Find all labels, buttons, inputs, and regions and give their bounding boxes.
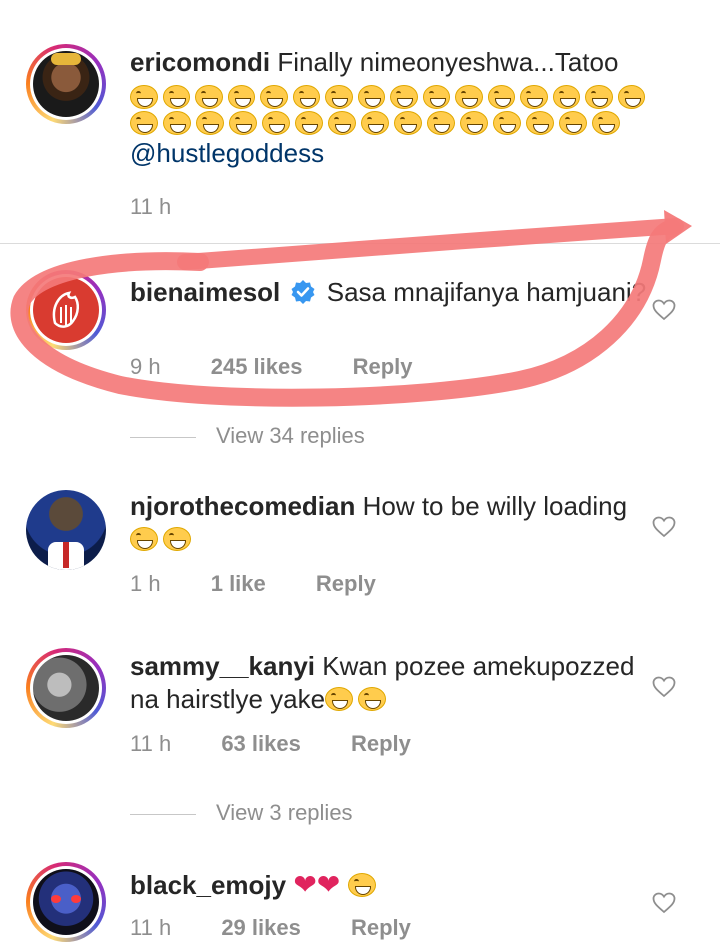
verified-badge-icon <box>291 280 315 304</box>
rooster-logo-icon <box>52 291 79 328</box>
laughing-emoji <box>520 85 548 109</box>
laughing-emoji <box>130 527 158 551</box>
laughing-emoji <box>347 873 376 897</box>
comment-meta: 11 h <box>130 194 215 220</box>
laughing-emoji <box>390 85 418 109</box>
laughing-emoji <box>394 111 422 135</box>
divider <box>0 243 720 244</box>
laughing-emoji <box>325 85 353 109</box>
comment-meta: 11 h 29 likes Reply <box>130 915 455 941</box>
reply-button[interactable]: Reply <box>353 354 413 379</box>
laughing-emoji <box>460 111 488 135</box>
view-replies-button[interactable]: View 34 replies <box>130 423 365 449</box>
laughing-emoji <box>229 111 257 135</box>
laughing-emoji <box>130 111 158 135</box>
laughing-emoji <box>552 85 580 109</box>
reply-button[interactable]: Reply <box>351 731 411 756</box>
likes-count[interactable]: 1 like <box>211 571 266 596</box>
likes-count[interactable]: 245 likes <box>211 354 303 379</box>
likes-count[interactable]: 63 likes <box>221 731 301 756</box>
comment-meta: 9 h 245 likes Reply <box>130 354 457 380</box>
comment-body: njorothecomedian How to be willy loading <box>130 490 650 556</box>
view-replies-label: View 3 replies <box>216 800 353 825</box>
laughing-emoji <box>262 111 290 135</box>
laughing-emoji <box>422 85 450 109</box>
laughing-emoji <box>328 111 356 135</box>
heart-outline-icon[interactable] <box>652 299 676 321</box>
laughing-emoji <box>162 85 190 109</box>
timestamp: 9 h <box>130 354 161 379</box>
comment-text: Finally nimeonyeshwa...Tatoo <box>277 47 619 77</box>
laughing-emoji <box>455 85 483 109</box>
laughing-emoji <box>585 85 613 109</box>
emoji-row <box>130 111 650 135</box>
emoji-row <box>130 85 650 109</box>
laughing-emoji <box>592 111 620 135</box>
comment-body: bienaimesol Sasa mnajifanya hamjuani? <box>130 276 650 309</box>
laughing-emoji <box>487 85 515 109</box>
timestamp: 11 h <box>130 731 172 756</box>
laughing-emoji <box>195 85 223 109</box>
timestamp: 11 h <box>130 915 172 940</box>
timestamp: 11 h <box>130 194 172 219</box>
laughing-emoji <box>358 687 387 711</box>
heart-emoji: ❤ <box>293 869 317 900</box>
heart-outline-icon[interactable] <box>652 676 676 698</box>
avatar-njorothecomedian[interactable] <box>26 490 106 570</box>
laughing-emoji <box>163 527 191 551</box>
laughing-emoji <box>427 111 455 135</box>
avatar-sammy-kanyi[interactable] <box>26 648 106 728</box>
laughing-emoji <box>163 111 191 135</box>
username[interactable]: bienaimesol <box>130 277 280 307</box>
laughing-emoji <box>260 85 288 109</box>
laughing-emoji <box>292 85 320 109</box>
view-replies-label: View 34 replies <box>216 423 365 448</box>
avatar-black-emojy[interactable] <box>26 862 106 942</box>
heart-outline-icon[interactable] <box>652 892 676 914</box>
heart-outline-icon[interactable] <box>652 516 676 538</box>
username[interactable]: sammy__kanyi <box>130 651 315 681</box>
laughing-emoji <box>227 85 255 109</box>
avatar-ericomondi[interactable] <box>26 44 106 124</box>
username[interactable]: black_emojy <box>130 870 286 900</box>
laughing-emoji <box>493 111 521 135</box>
comment-meta: 11 h 63 likes Reply <box>130 731 455 757</box>
laughing-emoji <box>357 85 385 109</box>
reply-button[interactable]: Reply <box>316 571 376 596</box>
comment-body: black_emojy ❤❤ <box>130 868 650 902</box>
reply-button[interactable]: Reply <box>351 915 411 940</box>
username[interactable]: njorothecomedian <box>130 491 355 521</box>
laughing-emoji <box>617 85 645 109</box>
mention-link[interactable]: @hustlegoddess <box>130 138 324 168</box>
replies-line <box>130 436 196 438</box>
comment-text: Sasa mnajifanya hamjuani? <box>326 277 647 307</box>
view-replies-button[interactable]: View 3 replies <box>130 800 353 826</box>
comment-body: sammy__kanyi Kwan pozee amekupozzed na h… <box>130 650 650 716</box>
laughing-emoji <box>325 687 354 711</box>
comment-meta: 1 h 1 like Reply <box>130 571 420 597</box>
replies-line <box>130 813 196 815</box>
laughing-emoji <box>196 111 224 135</box>
laughing-emoji <box>526 111 554 135</box>
comment-body: ericomondi Finally nimeonyeshwa...Tatoo … <box>130 46 650 170</box>
timestamp: 1 h <box>130 571 161 596</box>
likes-count[interactable]: 29 likes <box>221 915 301 940</box>
laughing-emoji <box>559 111 587 135</box>
laughing-emoji <box>361 111 389 135</box>
heart-emoji: ❤ <box>316 869 341 900</box>
laughing-emoji <box>130 85 158 109</box>
avatar-bienaimesol[interactable] <box>26 270 106 350</box>
username[interactable]: ericomondi <box>130 47 270 77</box>
laughing-emoji <box>295 111 323 135</box>
comment-text: How to be willy loading <box>362 491 628 521</box>
